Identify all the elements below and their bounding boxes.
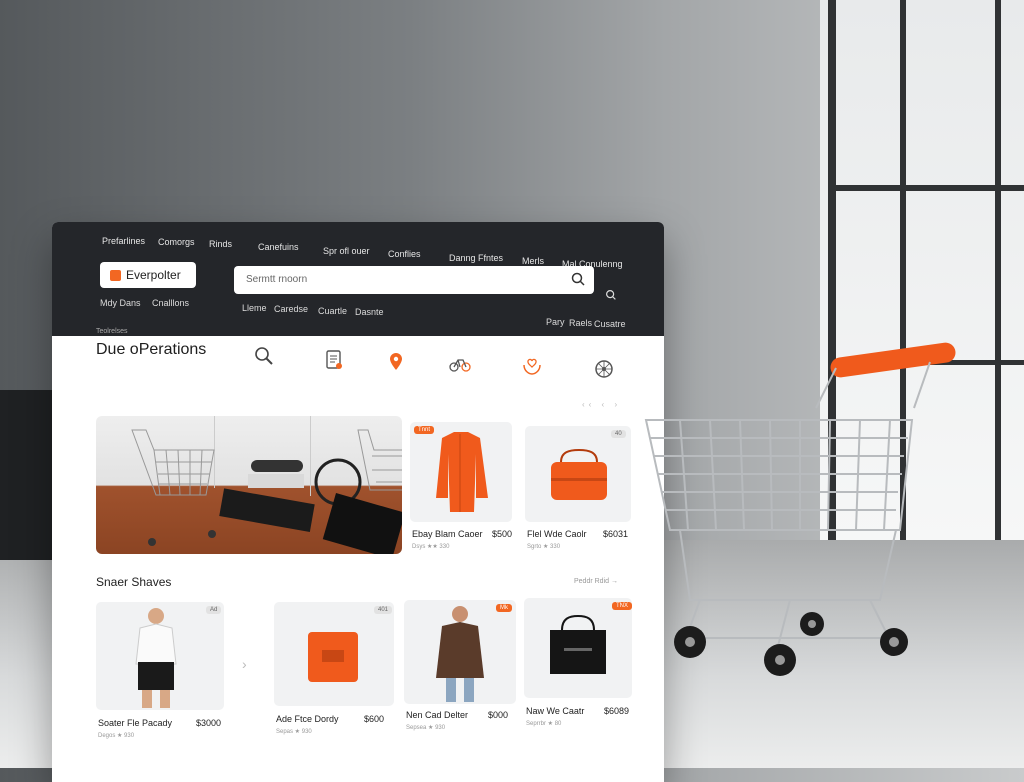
- product-rating: Degos ★ 930: [98, 733, 135, 739]
- nav-item[interactable]: Merls: [522, 256, 544, 266]
- sub-nav-item[interactable]: Caredse: [274, 304, 308, 314]
- product-image: [404, 600, 516, 704]
- search-placeholder: Sermtt rnoorn: [246, 274, 308, 285]
- section-title: Snaer Shaves: [96, 575, 172, 589]
- product-image: [525, 426, 631, 522]
- product-rating: Sepas ★ 930: [276, 729, 312, 735]
- product-rating: Sepsea ★ 930: [406, 725, 446, 731]
- product-card[interactable]: Tnnt Ebay Blam Caoer $500 Dsys ★★ 330: [410, 422, 512, 554]
- product-price: $600: [364, 714, 385, 724]
- product-name[interactable]: Ade Ftce Dordy: [276, 714, 339, 724]
- product-name[interactable]: Naw We Caatr: [526, 706, 584, 716]
- product-card[interactable]: 401 Ade Ftce Dordy $600 Sepas ★ 930: [274, 602, 394, 742]
- sub-nav-item[interactable]: Cuartle: [318, 306, 347, 316]
- sub-nav-item[interactable]: Lleme: [242, 303, 267, 313]
- man-shirt-image: [135, 608, 177, 708]
- sub-nav-item[interactable]: Dasnte: [355, 307, 384, 317]
- product-name[interactable]: Soater Fle Pacady: [98, 718, 172, 728]
- nav-item[interactable]: Spr ofl ouer: [323, 246, 370, 256]
- location-pin-icon[interactable]: [384, 350, 408, 374]
- window-mullion: [995, 0, 1001, 540]
- product-card[interactable]: Ad Soater Fle Pacady $3000 Degos ★ 930: [96, 602, 226, 742]
- black-shopping-bag-image: [550, 614, 606, 674]
- wheel-icon[interactable]: [592, 357, 616, 381]
- product-name[interactable]: Flel Wde Caolr: [527, 529, 587, 539]
- nav-item[interactable]: Rinds: [209, 239, 232, 249]
- sub-nav-item[interactable]: Raels: [569, 318, 592, 328]
- product-card[interactable]: TNX Naw We Caatr $6089 Seprrbr ★ 80: [524, 598, 632, 738]
- page-title: Due oPerations: [96, 341, 207, 358]
- orange-bag-image: [551, 448, 607, 500]
- product-price: $6031: [603, 529, 629, 539]
- bicycle-icon[interactable]: [448, 352, 472, 376]
- product-rating: Seprrbr ★ 80: [526, 721, 562, 727]
- product-badge: Tnnt: [414, 426, 435, 434]
- search-icon[interactable]: [604, 288, 618, 302]
- logo[interactable]: Everpolter: [100, 262, 196, 288]
- carousel-next-arrow[interactable]: ›: [242, 656, 247, 672]
- product-name[interactable]: Nen Cad Delter: [406, 710, 468, 720]
- product-badge: 40: [611, 430, 626, 438]
- view-more-link[interactable]: Peddr Rdid →: [574, 578, 618, 585]
- product-rating: Dsys ★★ 330: [412, 544, 450, 550]
- product-price: $500: [492, 529, 513, 539]
- nav-item[interactable]: Comorgs: [158, 237, 195, 247]
- nav-item[interactable]: Prefarlines: [102, 236, 145, 246]
- orange-jacket-image: [436, 432, 488, 512]
- document-icon[interactable]: [322, 348, 346, 372]
- orange-pouch-image: [308, 632, 358, 682]
- product-rating: Sgrto ★ 330: [527, 544, 561, 550]
- nav-item[interactable]: Canefuins: [258, 242, 299, 252]
- window-mullion: [828, 185, 1024, 191]
- product-image: [274, 602, 394, 706]
- search-icon[interactable]: [252, 344, 276, 368]
- logo-text: Everpolter: [126, 268, 181, 282]
- sub-nav-item[interactable]: Cnalllons: [152, 298, 189, 308]
- hand-heart-icon[interactable]: [520, 355, 544, 379]
- search-icon[interactable]: [570, 271, 586, 287]
- product-badge: 401: [374, 606, 393, 614]
- sub-nav-item[interactable]: Cusatre: [594, 319, 626, 329]
- sub-nav-item[interactable]: Mdy Dans: [100, 298, 141, 308]
- nav-item[interactable]: Conflies: [388, 249, 421, 259]
- product-badge: Ad: [206, 606, 222, 614]
- product-badge: Mk: [496, 604, 512, 612]
- product-image: [524, 598, 632, 698]
- shopping-cart-image: [644, 342, 956, 676]
- man-brown-jacket-image: [436, 606, 484, 702]
- nav-item[interactable]: Danng Ffntes: [449, 253, 503, 263]
- header-bar: Prefarlines Comorgs Rinds Canefuins Spr …: [52, 222, 664, 336]
- product-price: $3000: [196, 718, 222, 728]
- breadcrumb[interactable]: Teolrelses: [96, 328, 128, 335]
- search-input[interactable]: Sermtt rnoorn: [234, 266, 594, 294]
- shop-window: Prefarlines Comorgs Rinds Canefuins Spr …: [52, 222, 664, 782]
- hero-banner-image[interactable]: [96, 416, 402, 554]
- product-price: $000: [488, 710, 509, 720]
- product-badge: TNX: [612, 602, 632, 610]
- product-image: [410, 422, 512, 522]
- product-name[interactable]: Ebay Blam Caoer: [412, 529, 483, 539]
- background-door: [0, 390, 52, 560]
- shopping-carts-illustration: [131, 416, 402, 554]
- product-card[interactable]: 40 Flel Wde Caolr $6031 Sgrto ★ 330: [525, 426, 631, 554]
- product-price: $6089: [604, 706, 630, 716]
- carousel-pager[interactable]: ‹‹ ‹ ›: [582, 400, 621, 409]
- product-card[interactable]: Mk Nen Cad Delter $000 Sepsea ★ 930: [404, 600, 516, 740]
- logo-cube-icon: [110, 269, 121, 281]
- sub-nav-item[interactable]: Pary: [546, 317, 565, 327]
- product-image: [96, 602, 224, 710]
